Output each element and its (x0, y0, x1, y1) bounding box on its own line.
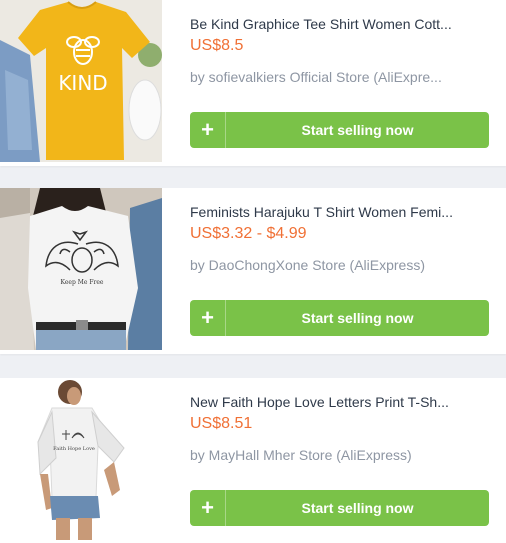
product-title[interactable]: New Faith Hope Love Letters Print T-Sh..… (190, 394, 490, 410)
yellow-tee-photo: KIND (0, 0, 162, 162)
store-name: by DaoChongXone Store (AliExpress) (190, 257, 426, 273)
product-price: US$8.51 (190, 415, 253, 432)
product-price: US$8.5 (190, 37, 244, 54)
product-info: New Faith Hope Love Letters Print T-Sh..… (162, 378, 506, 543)
start-selling-label: Start selling now (301, 310, 414, 326)
product-title[interactable]: Feminists Harajuku T Shirt Women Femi... (190, 204, 490, 220)
plus-icon: + (190, 112, 226, 148)
plus-icon: + (190, 300, 226, 336)
image-caption: KIND (58, 71, 107, 95)
product-list: KIND Be Kind Graphice Tee Shirt Women Co… (0, 0, 506, 543)
start-selling-button[interactable]: + Start selling now (190, 300, 489, 336)
white-tee-photo: Keep Me Free (0, 188, 162, 350)
product-info: Feminists Harajuku T Shirt Women Femi...… (162, 188, 506, 354)
product-card: Faith Hope Love New Faith Hope Love Lett… (0, 378, 506, 543)
image-caption: Faith Hope Love (53, 446, 95, 452)
product-price: US$3.32 - $4.99 (190, 225, 307, 242)
product-image[interactable]: Faith Hope Love (0, 378, 162, 540)
store-name: by MayHall Mher Store (AliExpress) (190, 447, 412, 463)
product-title[interactable]: Be Kind Graphice Tee Shirt Women Cott... (190, 16, 490, 32)
start-selling-label: Start selling now (301, 122, 414, 138)
product-card: KIND Be Kind Graphice Tee Shirt Women Co… (0, 0, 506, 166)
start-selling-button[interactable]: + Start selling now (190, 490, 489, 526)
product-image[interactable]: KIND (0, 0, 162, 162)
start-selling-button[interactable]: + Start selling now (190, 112, 489, 148)
image-caption: Keep Me Free (61, 279, 104, 286)
store-name: by sofievalkiers Official Store (AliExpr… (190, 69, 442, 85)
product-info: Be Kind Graphice Tee Shirt Women Cott...… (162, 0, 506, 166)
lace-tee-photo: Faith Hope Love (0, 378, 162, 540)
product-card: Keep Me Free Feminists Harajuku T Shirt … (0, 188, 506, 354)
product-image[interactable]: Keep Me Free (0, 188, 162, 350)
start-selling-label: Start selling now (301, 500, 414, 516)
plus-icon: + (190, 490, 226, 526)
